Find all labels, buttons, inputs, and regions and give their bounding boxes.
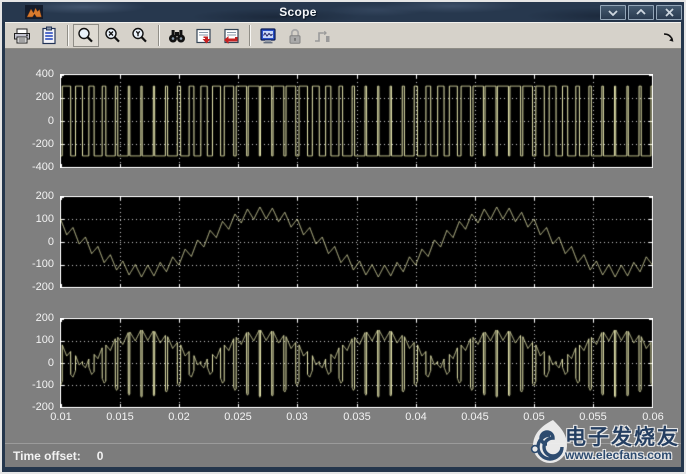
toolbar-separator xyxy=(249,25,251,46)
maximize-button[interactable] xyxy=(628,5,654,20)
window-controls xyxy=(600,5,682,20)
toolbar-overflow-arrow[interactable] xyxy=(661,29,677,45)
signal-selection-button[interactable] xyxy=(309,24,335,47)
x-tick-label: 0.03 xyxy=(272,411,322,424)
autoscale-button[interactable] xyxy=(164,24,190,47)
floating-scope-button[interactable] xyxy=(255,24,281,47)
signal-selection-icon xyxy=(312,26,332,46)
y-tick-label: -200 xyxy=(8,281,54,294)
parameters-button[interactable] xyxy=(36,24,62,47)
scope-plot-source-current[interactable] xyxy=(60,318,653,408)
parameters-icon xyxy=(39,26,59,46)
y-tick-label: 100 xyxy=(8,334,54,347)
x-tick-label: 0.01 xyxy=(36,411,86,424)
y-tick-label: 0 xyxy=(8,236,54,249)
chevron-up-icon xyxy=(636,9,646,16)
save-axes-icon xyxy=(194,26,214,46)
status-bar: Time offset: 0 xyxy=(5,443,681,467)
time-offset-value: 0 xyxy=(97,449,104,463)
lock-axes-button[interactable] xyxy=(282,24,308,47)
time-offset-label: Time offset: xyxy=(13,449,81,463)
x-tick-label: 0.05 xyxy=(509,411,559,424)
printer-icon xyxy=(12,26,32,46)
y-tick-label: 200 xyxy=(8,312,54,325)
y-tick-label: 0 xyxy=(8,357,54,370)
toolbar xyxy=(5,22,681,49)
binoculars-icon xyxy=(167,26,187,46)
y-tick-label: 400 xyxy=(8,68,54,81)
zoom-icon xyxy=(76,26,96,46)
y-tick-label: 0 xyxy=(8,115,54,128)
save-axes-button[interactable] xyxy=(191,24,217,47)
y-tick-label: 200 xyxy=(8,91,54,104)
lock-icon xyxy=(285,26,305,46)
zoom-x-icon xyxy=(103,26,123,46)
zoom-x-button[interactable] xyxy=(100,24,126,47)
restore-axes-button[interactable] xyxy=(218,24,244,47)
x-tick-label: 0.045 xyxy=(450,411,500,424)
scope-plot-load-current[interactable] xyxy=(60,196,653,288)
y-tick-label: -400 xyxy=(8,161,54,174)
y-tick-label: -100 xyxy=(8,379,54,392)
figure-area: 400 200 0 -200 -400 200 100 0 -100 -200 200 100 0 -10… xyxy=(5,49,681,443)
toolbar-separator xyxy=(67,25,69,46)
x-tick-label: 0.06 xyxy=(628,411,678,424)
chevron-down-icon xyxy=(608,9,618,16)
y-tick-label: 100 xyxy=(8,213,54,226)
x-tick-label: 0.04 xyxy=(391,411,441,424)
scope-window: Scope xyxy=(0,0,686,474)
minimize-button[interactable] xyxy=(600,5,626,20)
x-tick-label: 0.035 xyxy=(332,411,382,424)
overflow-arrow-icon xyxy=(661,29,677,45)
print-button[interactable] xyxy=(9,24,35,47)
zoom-y-button[interactable] xyxy=(127,24,153,47)
close-icon xyxy=(665,8,674,17)
floating-scope-icon xyxy=(258,26,278,46)
x-tick-label: 0.055 xyxy=(568,411,618,424)
restore-axes-icon xyxy=(221,26,241,46)
titlebar[interactable]: Scope xyxy=(2,2,684,22)
zoom-y-icon xyxy=(130,26,150,46)
window-frame: Scope xyxy=(2,2,684,472)
x-tick-label: 0.015 xyxy=(95,411,145,424)
scope-plot-voltage[interactable] xyxy=(60,74,653,168)
window-title: Scope xyxy=(2,5,594,19)
y-tick-label: -200 xyxy=(8,138,54,151)
x-tick-label: 0.02 xyxy=(154,411,204,424)
x-tick-label: 0.025 xyxy=(213,411,263,424)
zoom-button[interactable] xyxy=(73,24,99,47)
toolbar-separator xyxy=(158,25,160,46)
close-button[interactable] xyxy=(656,5,682,20)
y-tick-label: -100 xyxy=(8,258,54,271)
y-tick-label: 200 xyxy=(8,190,54,203)
